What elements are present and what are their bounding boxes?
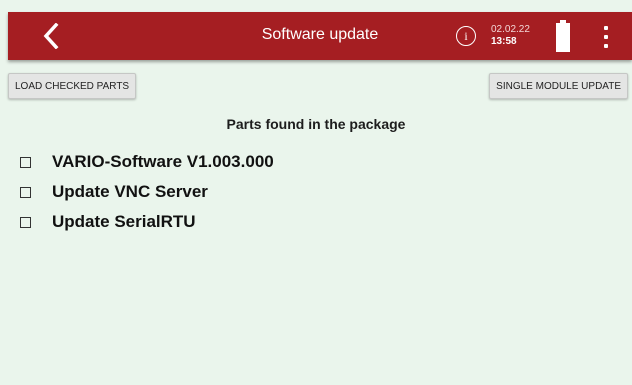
datetime-display: 02.02.22 13:58 bbox=[491, 24, 530, 48]
single-module-update-button[interactable]: SINGLE MODULE UPDATE bbox=[489, 73, 628, 99]
back-arrow-icon bbox=[43, 23, 59, 49]
back-button[interactable] bbox=[36, 21, 66, 51]
part-label: VARIO-Software V1.003.000 bbox=[52, 152, 274, 171]
info-icon[interactable]: i bbox=[456, 26, 476, 46]
part-checkbox[interactable] bbox=[20, 186, 31, 198]
list-item[interactable]: Update SerialRTU bbox=[20, 207, 274, 237]
parts-list: VARIO-Software V1.003.000 Update VNC Ser… bbox=[20, 147, 274, 237]
battery-icon bbox=[556, 20, 570, 52]
part-checkbox[interactable] bbox=[20, 156, 31, 168]
list-item[interactable]: Update VNC Server bbox=[20, 177, 274, 207]
load-checked-parts-button[interactable]: LOAD CHECKED PARTS bbox=[8, 73, 137, 99]
part-label: Update SerialRTU bbox=[52, 212, 196, 231]
app-header: Software update i 02.02.22 13:58 bbox=[8, 12, 632, 60]
more-vert-icon[interactable] bbox=[598, 26, 614, 48]
list-item[interactable]: VARIO-Software V1.003.000 bbox=[20, 147, 274, 177]
time-label: 13:58 bbox=[491, 36, 517, 47]
page-title: Software update bbox=[261, 26, 379, 43]
parts-heading: Parts found in the package bbox=[226, 116, 406, 132]
part-checkbox[interactable] bbox=[20, 216, 31, 228]
part-label: Update VNC Server bbox=[52, 182, 208, 201]
date-label: 02.02.22 bbox=[491, 24, 530, 35]
